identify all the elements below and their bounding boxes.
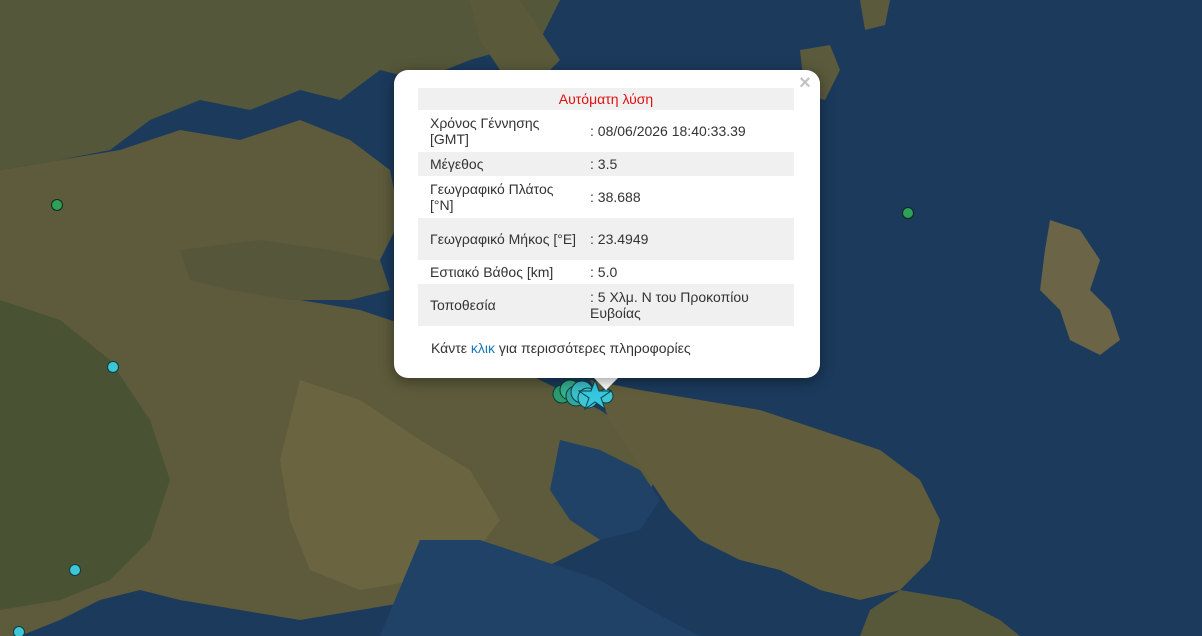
field-label: Γεωγραφικό Πλάτος [°N]	[430, 181, 554, 213]
field-value: : 38.688	[590, 189, 641, 205]
field-label: Τοποθεσία	[418, 284, 586, 326]
earthquake-marker[interactable]	[69, 564, 81, 576]
field-value: : 5.0	[590, 264, 618, 280]
field-value: : 23.4949	[586, 218, 794, 260]
event-popup: × Αυτόματη λύση Χρόνος Γέννησης [GMT] : 0…	[394, 70, 820, 378]
more-info-prefix: Κάντε	[431, 340, 471, 356]
popup-header: Αυτόματη λύση	[418, 88, 794, 110]
more-info-suffix: για περισσότερες πληροφορίες	[495, 340, 691, 356]
field-value: : 08/06/2026 18:40:33.39	[590, 123, 746, 139]
field-value: : 5 Χλμ. Ν του Προκοπίου Ευβοίας	[586, 284, 794, 326]
field-value: : 3.5	[586, 152, 794, 176]
earthquake-marker[interactable]	[107, 361, 119, 373]
popup-tip	[592, 376, 620, 390]
close-icon[interactable]: ×	[796, 73, 814, 93]
event-info-table: Αυτόματη λύση Χρόνος Γέννησης [GMT] : 08/…	[418, 88, 794, 326]
field-label: Εστιακό Βάθος [km]	[430, 264, 554, 280]
earthquake-marker[interactable]	[51, 199, 63, 211]
field-label: Γεωγραφικό Μήκος [°E]	[418, 218, 586, 260]
earthquake-marker[interactable]	[13, 626, 25, 636]
field-label: Χρόνος Γέννησης [GMT]	[430, 115, 540, 147]
more-info-text: Κάντε κλικ για περισσότερες πληροφορίες	[431, 340, 691, 356]
more-info-link[interactable]: κλικ	[471, 340, 495, 356]
field-label: Μέγεθος	[418, 152, 586, 176]
earthquake-marker[interactable]	[902, 207, 914, 219]
